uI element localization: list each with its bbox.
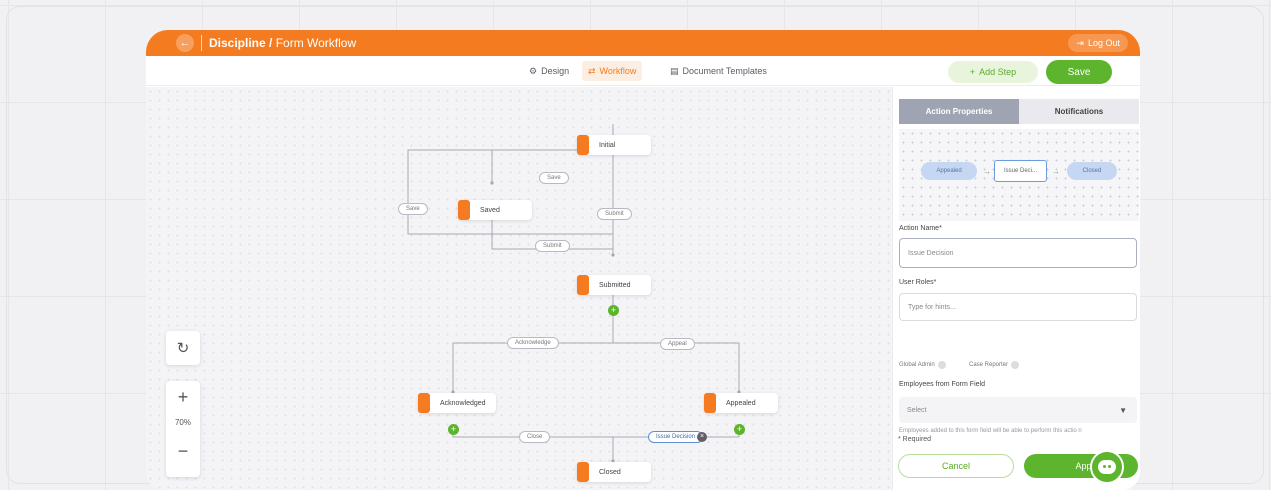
required-note: * Required bbox=[898, 436, 932, 443]
workflow-icon: ⇄ bbox=[588, 65, 596, 76]
tab-design-label: Design bbox=[541, 66, 570, 76]
robot-icon bbox=[1098, 460, 1116, 474]
node-submitted[interactable]: Submitted bbox=[577, 275, 651, 295]
edge-label-close[interactable]: Close bbox=[519, 431, 551, 443]
tab-notifications[interactable]: Notifications bbox=[1019, 99, 1139, 124]
tab-workflow-label: Workflow bbox=[599, 66, 637, 76]
back-button[interactable]: ← bbox=[176, 34, 194, 52]
node-initial-label: Initial bbox=[599, 141, 616, 149]
tab-document-templates-label: Document Templates bbox=[682, 66, 767, 76]
connector-save-loop bbox=[407, 149, 613, 235]
node-saved[interactable]: Saved bbox=[458, 200, 532, 220]
add-step-label: Add Step bbox=[979, 67, 1017, 77]
edge-label-submit-from-saved[interactable]: Submit bbox=[535, 240, 570, 252]
node-initial[interactable]: Initial bbox=[577, 135, 651, 155]
add-step-button[interactable]: + Add Step bbox=[948, 61, 1038, 83]
role-chip-label: Case Reporter bbox=[969, 362, 1009, 368]
zoom-level: 70% bbox=[174, 418, 191, 427]
zoom-out-button[interactable]: − bbox=[166, 439, 200, 463]
add-after-acknowledged-icon[interactable]: + bbox=[448, 424, 459, 435]
remove-edge-icon[interactable]: × bbox=[697, 432, 707, 442]
edge-label-acknowledge[interactable]: Acknowledge bbox=[507, 337, 559, 349]
action-name-value: Issue Decision bbox=[908, 249, 954, 257]
preview-to-state: Closed bbox=[1067, 162, 1117, 180]
tab-document-templates[interactable]: ▤ Document Templates bbox=[664, 61, 773, 81]
save-button[interactable]: Save bbox=[1046, 60, 1112, 84]
edge-label-appeal[interactable]: Appeal bbox=[660, 338, 695, 350]
connector-acknowledge bbox=[452, 342, 613, 392]
document-icon: ▤ bbox=[670, 65, 679, 76]
node-acknowledged-marker bbox=[418, 393, 430, 413]
preview-from-state: Appealed bbox=[921, 162, 977, 180]
title-page: Form Workflow bbox=[272, 36, 357, 50]
connector-appeal bbox=[613, 342, 740, 392]
page-title: Discipline / Form Workflow bbox=[209, 36, 356, 50]
header-bar: ← Discipline / Form Workflow ⇥ Log Out bbox=[146, 30, 1140, 56]
action-properties-panel: Action Properties Notifications Appealed… bbox=[892, 87, 1140, 490]
tab-action-properties[interactable]: Action Properties bbox=[899, 99, 1019, 124]
cancel-button[interactable]: Cancel bbox=[898, 454, 1014, 478]
role-chip-label: Global Admin bbox=[899, 362, 935, 368]
logout-button[interactable]: ⇥ Log Out bbox=[1068, 34, 1128, 52]
employees-hint: Employees added to this form field will … bbox=[899, 428, 1082, 434]
refresh-button[interactable]: ↻ bbox=[166, 331, 200, 365]
action-preview: Appealed → Issue Deci... → Closed bbox=[899, 129, 1139, 221]
zoom-controls: + 70% − bbox=[166, 381, 200, 477]
employees-label: Employees from Form Field bbox=[899, 381, 985, 388]
title-module: Discipline / bbox=[209, 36, 273, 50]
chat-assistant-button[interactable] bbox=[1090, 450, 1124, 484]
node-closed[interactable]: Closed bbox=[577, 462, 651, 482]
remove-chip-icon[interactable] bbox=[1011, 361, 1020, 369]
node-closed-label: Closed bbox=[599, 468, 621, 476]
role-chip-global-admin: Global Admin bbox=[899, 361, 946, 369]
header-divider bbox=[201, 35, 202, 51]
add-after-submitted-icon[interactable]: + bbox=[608, 305, 619, 316]
plus-icon: + bbox=[969, 67, 976, 77]
logout-label: Log Out bbox=[1087, 38, 1120, 48]
preview-action: Issue Deci... bbox=[994, 160, 1047, 182]
node-saved-marker bbox=[458, 200, 470, 220]
zoom-in-button[interactable]: + bbox=[166, 385, 200, 409]
node-submitted-marker bbox=[577, 275, 589, 295]
refresh-icon: ↻ bbox=[176, 340, 190, 357]
arrow-left-icon: ← bbox=[179, 37, 191, 49]
node-acknowledged[interactable]: Acknowledged bbox=[418, 393, 496, 413]
node-appealed-label: Appealed bbox=[726, 399, 756, 407]
action-name-input[interactable]: Issue Decision bbox=[899, 238, 1137, 268]
employees-select[interactable]: Select ▼ bbox=[899, 397, 1137, 423]
edge-label-save-loop[interactable]: Save bbox=[398, 203, 428, 215]
arrow-right-icon: → bbox=[983, 167, 991, 176]
edge-label-issue-decision[interactable]: Issue Decision bbox=[648, 431, 704, 443]
action-name-label: Action Name* bbox=[899, 225, 942, 232]
logout-icon: ⇥ bbox=[1076, 37, 1084, 48]
employees-placeholder: Select bbox=[907, 406, 927, 414]
edge-label-submit[interactable]: Submit bbox=[597, 208, 632, 220]
edge-label-save[interactable]: Save bbox=[539, 172, 569, 184]
node-submitted-label: Submitted bbox=[599, 281, 631, 289]
arrow-right-icon: → bbox=[1052, 167, 1060, 176]
tab-workflow[interactable]: ⇄ Workflow bbox=[582, 61, 643, 81]
node-closed-marker bbox=[577, 462, 589, 482]
add-after-appealed-icon[interactable]: + bbox=[734, 424, 745, 435]
gear-icon: ⚙ bbox=[529, 65, 538, 76]
workflow-canvas[interactable]: Initial Saved Submitted Acknowledged App… bbox=[146, 87, 892, 490]
app-window: ← Discipline / Form Workflow ⇥ Log Out ⚙… bbox=[146, 30, 1140, 490]
node-initial-marker bbox=[577, 135, 589, 155]
tab-design[interactable]: ⚙ Design bbox=[523, 61, 575, 81]
node-appealed-marker bbox=[704, 393, 716, 413]
user-roles-input[interactable]: Type for hints... bbox=[899, 293, 1137, 321]
user-roles-label: User Roles* bbox=[899, 279, 937, 286]
node-saved-label: Saved bbox=[480, 206, 500, 214]
workflow-connectors bbox=[407, 124, 741, 463]
chevron-down-icon: ▼ bbox=[1119, 405, 1127, 415]
node-appealed[interactable]: Appealed bbox=[704, 393, 778, 413]
remove-chip-icon[interactable] bbox=[937, 361, 946, 369]
role-chip-case-reporter: Case Reporter bbox=[969, 361, 1020, 369]
node-acknowledged-label: Acknowledged bbox=[440, 399, 486, 407]
user-roles-placeholder: Type for hints... bbox=[908, 303, 956, 311]
